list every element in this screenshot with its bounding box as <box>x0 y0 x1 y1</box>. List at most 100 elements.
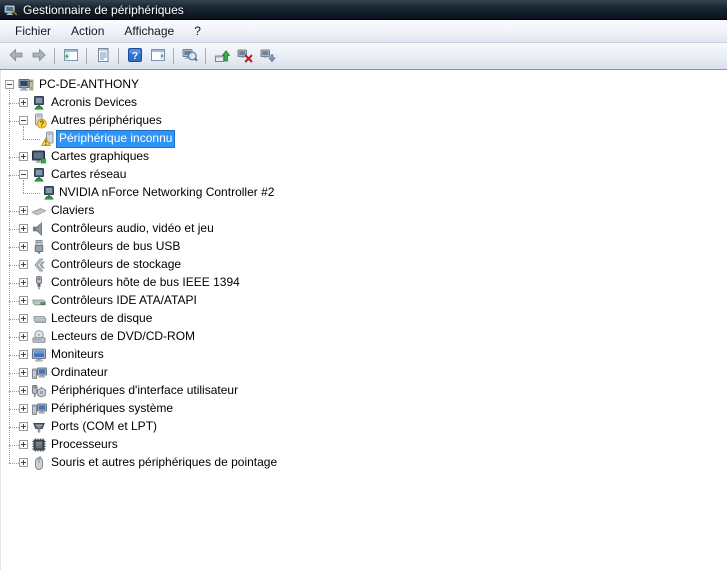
expander-plus-icon[interactable] <box>19 296 28 305</box>
tree-row: Processeurs <box>1 436 727 454</box>
svg-text:?: ? <box>131 51 137 62</box>
tree-connector-line <box>9 373 19 374</box>
expander-plus-icon[interactable] <box>19 368 28 377</box>
tree-item-label[interactable]: Périphérique inconnu <box>56 130 176 148</box>
tree-item-label[interactable]: NVIDIA nForce Networking Controller #2 <box>56 184 277 202</box>
expander-plus-icon[interactable] <box>19 386 28 395</box>
device-manager-window: Gestionnaire de périphériques Fichier Act… <box>0 0 727 570</box>
menu-item-action[interactable]: Action <box>61 21 114 41</box>
device-manager-icon <box>4 3 18 17</box>
tree-connector-line <box>23 184 24 193</box>
computer-icon <box>18 77 34 93</box>
tree-connector-line <box>23 139 40 140</box>
tree-item-label[interactable]: Lecteurs de disque <box>48 310 155 328</box>
toolbar-separator <box>86 48 87 64</box>
tree-row: Ports (COM et LPT) <box>1 418 727 436</box>
uninstall-device-icon <box>237 47 253 66</box>
network-adapter-icon <box>31 95 47 111</box>
tree-item-label[interactable]: Périphériques système <box>48 400 176 418</box>
tree-item-label[interactable]: Claviers <box>48 202 97 220</box>
expander-minus-icon[interactable] <box>19 116 28 125</box>
toolbar-button-console-tree[interactable] <box>59 45 82 67</box>
toolbar-button-update-driver[interactable] <box>210 45 233 67</box>
hid-device-icon <box>31 383 47 399</box>
expander-plus-icon[interactable] <box>19 98 28 107</box>
ide-controller-icon <box>31 293 47 309</box>
tree-row: Contrôleurs audio, vidéo et jeu <box>1 220 727 238</box>
expander-plus-icon[interactable] <box>19 278 28 287</box>
tree-item-label[interactable]: Moniteurs <box>48 346 107 364</box>
tree-item-label[interactable]: Processeurs <box>48 436 121 454</box>
tree-row: Cartes réseau <box>1 166 727 184</box>
tree-connector-line <box>9 157 19 158</box>
tree-item-label[interactable]: Contrôleurs IDE ATA/ATAPI <box>48 292 200 310</box>
tree-item-label[interactable]: Périphériques d'interface utilisateur <box>48 382 241 400</box>
storage-icon <box>31 257 47 273</box>
tree-item-label[interactable]: Autres périphériques <box>48 112 165 130</box>
expander-plus-icon[interactable] <box>19 224 28 233</box>
expander-plus-icon[interactable] <box>19 350 28 359</box>
expander-plus-icon[interactable] <box>19 440 28 449</box>
tree-item-label[interactable]: Contrôleurs hôte de bus IEEE 1394 <box>48 274 243 292</box>
dvd-drive-icon <box>31 329 47 345</box>
expander-plus-icon[interactable] <box>19 458 28 467</box>
tree-row: Claviers <box>1 202 727 220</box>
toolbar-button-action-pane[interactable] <box>146 45 169 67</box>
toolbar-button-properties[interactable] <box>91 45 114 67</box>
tree-item-label[interactable]: Ports (COM et LPT) <box>48 418 160 436</box>
device-tree-panel: PC-DE-ANTHONY Acronis Devices? Autres péri… <box>0 70 727 570</box>
toolbar-button-help[interactable]: ? <box>123 45 146 67</box>
window-title: Gestionnaire de périphériques <box>23 2 184 17</box>
tree-item-label[interactable]: Cartes réseau <box>48 166 129 184</box>
toolbar-separator <box>205 48 206 64</box>
tree-row: Cartes graphiques <box>1 148 727 166</box>
tree-item-label[interactable]: Lecteurs de DVD/CD-ROM <box>48 328 198 346</box>
console-tree-icon <box>63 47 79 66</box>
tree-item-label[interactable]: Ordinateur <box>48 364 111 382</box>
tree-item-label[interactable]: Contrôleurs de bus USB <box>48 238 183 256</box>
tree-row: Souris et autres périphériques de pointa… <box>1 454 727 472</box>
tree-connector-line <box>9 319 19 320</box>
expander-plus-icon[interactable] <box>19 242 28 251</box>
tree-connector-line <box>9 121 19 122</box>
menu-item-fichier[interactable]: Fichier <box>5 21 61 41</box>
toolbar-button-forward[interactable] <box>27 45 50 67</box>
expander-plus-icon[interactable] <box>19 152 28 161</box>
tree-row: Lecteurs de DVD/CD-ROM <box>1 328 727 346</box>
expander-plus-icon[interactable] <box>19 206 28 215</box>
unknown-category-icon: ? <box>31 113 47 129</box>
expander-plus-icon[interactable] <box>19 422 28 431</box>
network-adapter-icon <box>31 167 47 183</box>
forward-arrow-icon <box>31 47 47 66</box>
disk-drive-icon <box>31 311 47 327</box>
toolbar-button-back[interactable] <box>4 45 27 67</box>
monitor-icon <box>31 347 47 363</box>
expander-plus-icon[interactable] <box>19 332 28 341</box>
mouse-icon <box>31 455 47 471</box>
computer-system-icon <box>31 365 47 381</box>
tree-item-label[interactable]: Contrôleurs de stockage <box>48 256 184 274</box>
tree-connector-line <box>9 247 19 248</box>
toolbar-button-scan-hardware[interactable] <box>178 45 201 67</box>
expander-plus-icon[interactable] <box>19 260 28 269</box>
toolbar-button-uninstall[interactable] <box>233 45 256 67</box>
tree-row: ? Autres périphériques <box>1 112 727 130</box>
tree-row: Moniteurs <box>1 346 727 364</box>
menu-item-aide[interactable]: ? <box>184 21 211 41</box>
expander-plus-icon[interactable] <box>19 314 28 323</box>
menu-item-affichage[interactable]: Affichage <box>114 21 184 41</box>
tree-item-label[interactable]: Souris et autres périphériques de pointa… <box>48 454 280 472</box>
tree-connector-line <box>9 337 19 338</box>
expander-minus-icon[interactable] <box>5 80 14 89</box>
tree-item-label[interactable]: PC-DE-ANTHONY <box>36 76 142 94</box>
tree-item-label[interactable]: Contrôleurs audio, vidéo et jeu <box>48 220 217 238</box>
tree-row: Lecteurs de disque <box>1 310 727 328</box>
tree-row: PC-DE-ANTHONY <box>1 76 727 94</box>
toolbar-button-disable[interactable] <box>256 45 279 67</box>
tree-item-label[interactable]: Acronis Devices <box>48 94 140 112</box>
expander-minus-icon[interactable] <box>19 170 28 179</box>
tree-connector-line <box>23 130 24 139</box>
expander-plus-icon[interactable] <box>19 404 28 413</box>
action-pane-icon <box>150 47 166 66</box>
tree-item-label[interactable]: Cartes graphiques <box>48 148 152 166</box>
